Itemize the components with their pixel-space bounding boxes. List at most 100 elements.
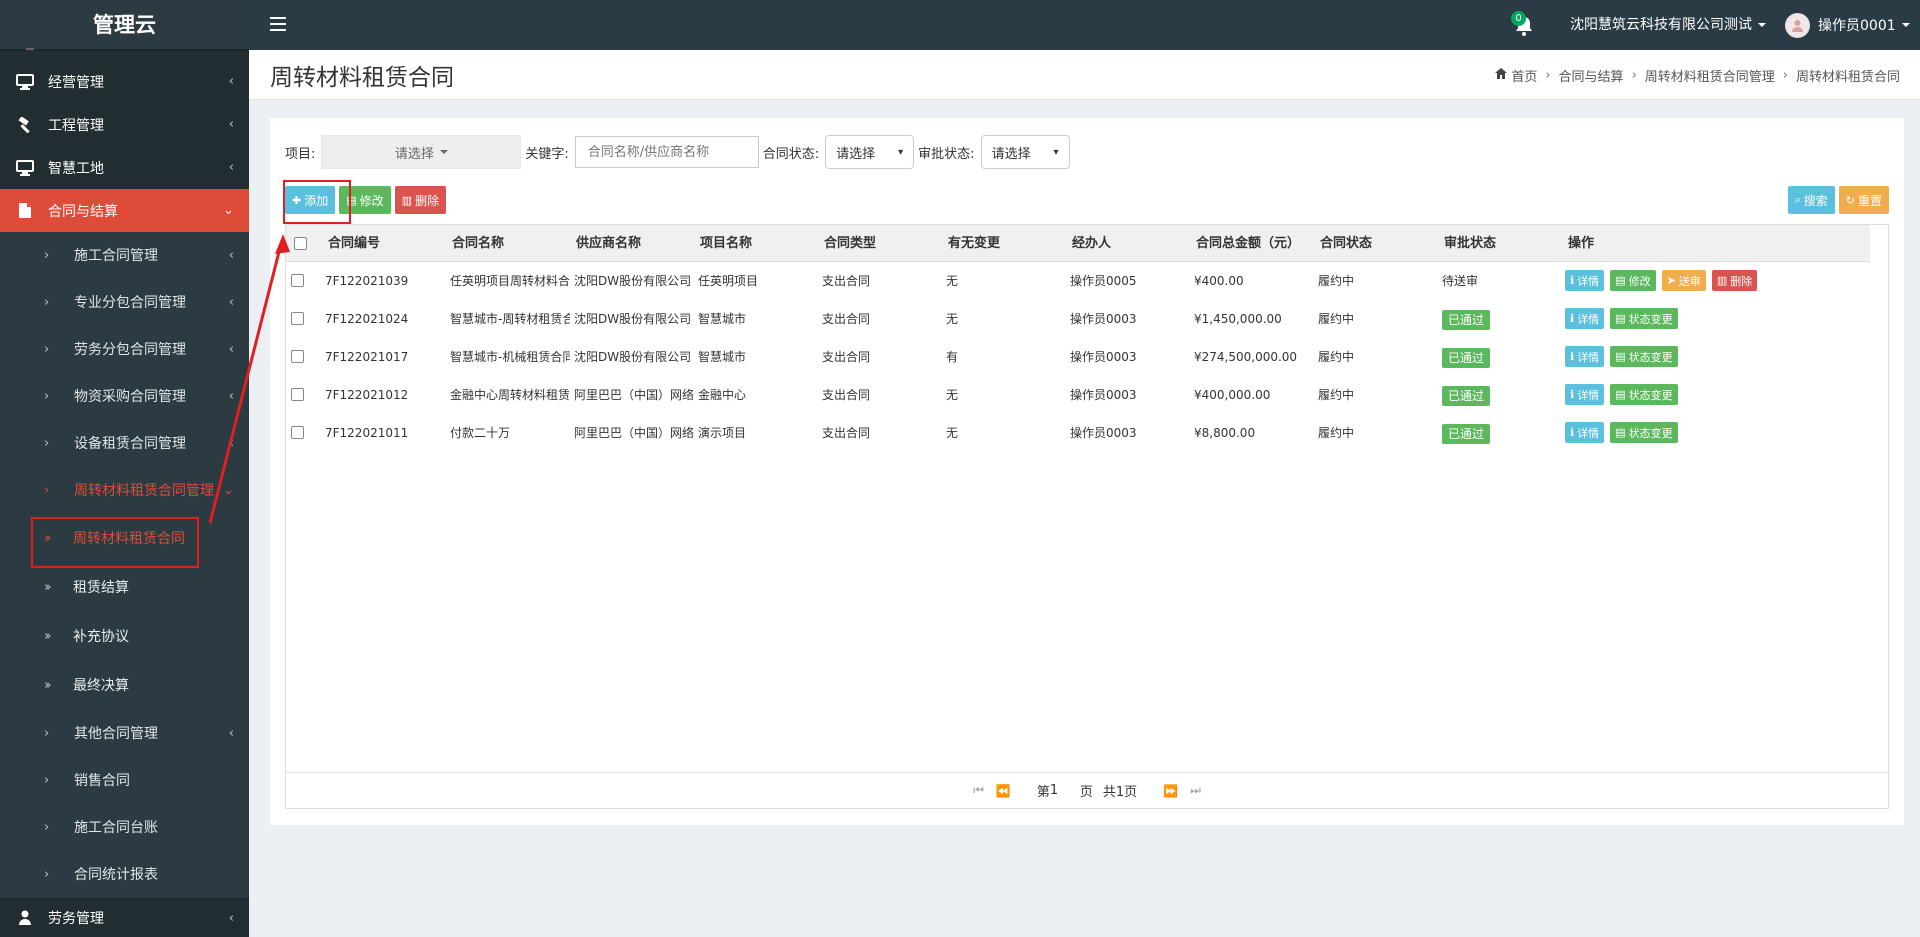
row-checkbox[interactable] [291,388,304,401]
sidebar-item-business[interactable]: 经营管理 ‹ [0,60,249,103]
cell-code: 7F122021017 [325,350,409,364]
detail-button[interactable]: ℹ 详情 [1565,308,1605,329]
submit-review-button[interactable]: ➤ 送审 [1661,270,1706,291]
user-menu[interactable]: 操作员0001 [1785,0,1910,50]
detail-button-label: 详情 [1577,312,1600,326]
table-row[interactable]: 7F122021011 付款二十万 阿里巴巴（中国）网络 演示项目 支出合同 无… [286,414,1870,452]
last-page-icon[interactable]: ⏭ [1190,783,1201,798]
project-select[interactable]: 请选择 [321,135,522,169]
sidebar-item-labor[interactable]: 劳务管理 ‹ [0,898,249,937]
delete-button-label: 删除 [415,193,440,208]
row-checkbox[interactable] [291,426,304,439]
row-checkbox[interactable] [291,350,304,363]
cell-changed: 有 [946,350,959,364]
prev-page-icon[interactable]: ⏪ [996,784,1011,798]
sidebar-item-smart-site[interactable]: 智慧工地 ‹ [0,146,249,189]
sidebar-item-lease-settlement[interactable]: ›› 租赁结算 [0,563,249,612]
info-icon: ℹ [1570,312,1575,325]
contract-status-select[interactable]: 请选择 ▾ [825,135,915,169]
col-header[interactable]: 合同类型 [824,225,876,262]
caret-down-icon [1901,23,1910,27]
menu-toggle-icon[interactable] [270,17,286,31]
sidebar-item-supplementary-agreement[interactable]: ›› 补充协议 [0,612,249,661]
sidebar-item-label: 劳务管理 [48,911,104,927]
col-header[interactable]: 合同编号 [328,225,380,262]
search-button[interactable]: ⌕ 搜索 [1787,186,1835,214]
breadcrumb-item[interactable]: 周转材料租赁合同管理 [1645,66,1775,85]
detail-button[interactable]: ℹ 详情 [1565,422,1605,443]
cell-changed: 无 [946,388,959,402]
chevron-left-icon: ‹ [228,388,234,404]
sidebar-item-final-settlement[interactable]: ›› 最终决算 [0,661,249,710]
hammer-icon [15,116,35,133]
col-header[interactable]: 有无变更 [948,225,1000,262]
next-page-icon[interactable]: ⏩ [1163,784,1178,798]
sidebar-item-construction-ledger[interactable]: › 施工合同台账 [0,804,249,851]
company-switcher[interactable]: 沈阳慧筑云科技有限公司测试 [1570,0,1766,50]
approval-status-select[interactable]: 请选择 ▾ [980,135,1070,169]
chevron-right-icon: › [44,819,50,835]
sidebar-item-construction-contract[interactable]: › 施工合同管理 ‹ [0,232,249,279]
delete-button[interactable]: ▥ 删除 [394,186,447,214]
first-page-icon[interactable]: ⏮ [973,783,984,798]
sidebar-item-label: 施工合同台账 [74,820,158,836]
status-change-button[interactable]: ▤ 状态变更 [1610,384,1678,405]
content-box: 项目: 请选择 关键字: 合同状态: 请选择▾ 审批状态: 请选择▾ ✚添加 ▤… [270,118,1904,825]
row-checkbox[interactable] [291,312,304,325]
sidebar-item-other-contracts[interactable]: › 其他合同管理 ‹ [0,710,249,757]
cell-project: 演示项目 [698,426,747,440]
cell-project: 智慧城市 [698,312,747,326]
breadcrumb-item[interactable]: 合同与结算 [1559,66,1624,85]
table-row[interactable]: 7F122021039 任英明项目周转材料合 沈阳DW股份有限公司 任英明项目 … [286,262,1870,300]
table-row[interactable]: 7F122021017 智慧城市-机械租赁合同 沈阳DW股份有限公司 智慧城市 … [286,338,1870,376]
table-row[interactable]: 7F122021024 智慧城市-周转材租赁合 沈阳DW股份有限公司 智慧城市 … [286,300,1870,338]
col-header[interactable]: 经办人 [1072,225,1111,262]
chevron-right-icon: › [44,294,50,310]
edit-icon: ▤ [1615,312,1626,325]
detail-button[interactable]: ℹ 详情 [1565,270,1605,291]
sidebar-item-labor-subcontract[interactable]: › 劳务分包合同管理 ‹ [0,326,249,373]
select-all-checkbox[interactable] [294,237,307,250]
chevron-left-icon: ‹ [228,435,234,451]
detail-button[interactable]: ℹ 详情 [1565,346,1605,367]
row-edit-button[interactable]: ▤ 修改 [1610,270,1656,291]
detail-button[interactable]: ℹ 详情 [1565,384,1605,405]
status-change-button[interactable]: ▤ 状态变更 [1610,422,1678,443]
sidebar-item-turnover-material-lease[interactable]: › 周转材料租赁合同管理 ⌄ [0,467,249,514]
col-header[interactable]: 项目名称 [700,225,752,262]
breadcrumb-home[interactable]: 首页 [1511,66,1537,85]
chevron-right-icon: › [44,866,50,882]
col-header[interactable]: 供应商名称 [576,225,641,262]
topbar: 0 沈阳慧筑云科技有限公司测试 操作员0001 [249,0,1920,50]
col-header[interactable]: 合同名称 [452,225,504,262]
cell-approval: 待送审 [1442,274,1479,288]
row-edit-button-label: 修改 [1628,274,1651,288]
status-change-button-label: 状态变更 [1628,388,1673,402]
row-delete-button[interactable]: ▥ 删除 [1711,270,1758,291]
pagination: ⏮ ⏪ 第 1 页 共1页 ⏩ ⏭ [286,772,1888,808]
col-header[interactable]: 合同总金额（元） [1196,225,1300,262]
status-change-button[interactable]: ▤ 状态变更 [1610,308,1678,329]
notification-bell[interactable]: 0 [1511,11,1533,39]
sidebar-item-contract-report[interactable]: › 合同统计报表 [0,851,249,898]
sidebar-item-sales-contract[interactable]: › 销售合同 [0,757,249,804]
detail-button-label: 详情 [1577,426,1600,440]
sidebar-item-equipment-lease[interactable]: › 设备租赁合同管理 ‹ [0,420,249,467]
row-checkbox[interactable] [291,274,304,287]
col-header: 操作 [1568,236,1595,251]
sidebar-item-professional-subcontract[interactable]: › 专业分包合同管理 ‹ [0,279,249,326]
keyword-input[interactable] [574,136,759,168]
sidebar-item-material-purchase[interactable]: › 物资采购合同管理 ‹ [0,373,249,420]
page-input[interactable]: 1 [1050,783,1080,798]
sidebar-item-contracts[interactable]: 合同与结算 ⌄ [0,189,249,232]
col-header[interactable]: 审批状态 [1444,225,1496,262]
reset-button[interactable]: ↻ 重置 [1838,186,1889,214]
cell-handler: 操作员0003 [1070,426,1137,440]
trash-icon: ▥ [1716,274,1728,287]
cell-status: 履约中 [1318,426,1355,440]
cell-handler: 操作员0003 [1070,350,1137,364]
col-header[interactable]: 合同状态 [1320,225,1372,262]
status-change-button[interactable]: ▤ 状态变更 [1610,346,1678,367]
table-row[interactable]: 7F122021012 金融中心周转材料租赁 阿里巴巴（中国）网络 金融中心 支… [286,376,1870,414]
sidebar-item-engineering[interactable]: 工程管理 ‹ [0,103,249,146]
